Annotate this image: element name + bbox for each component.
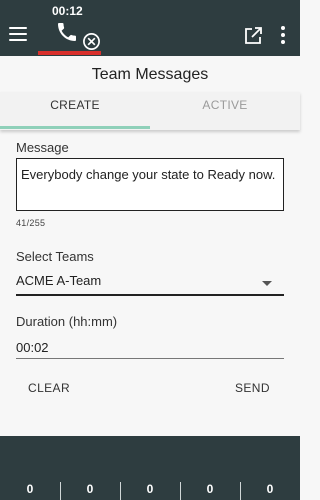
active-call-indicator xyxy=(38,51,101,55)
team-messages-panel: Team Messages CREATE ACTIVE Message Ever… xyxy=(0,56,300,436)
duration-field[interactable] xyxy=(16,336,284,359)
hangup-icon[interactable] xyxy=(82,32,101,51)
top-bar: 00:12 xyxy=(0,0,300,56)
menu-icon[interactable] xyxy=(6,22,30,46)
stat-value: 0 xyxy=(206,482,214,496)
page-title: Team Messages xyxy=(91,66,209,83)
dropdown-caret-icon xyxy=(262,281,272,286)
tab-active[interactable]: ACTIVE xyxy=(150,92,300,130)
char-count: 41/255 xyxy=(16,218,46,228)
popout-icon[interactable] xyxy=(243,26,263,46)
more-vert-icon[interactable] xyxy=(275,24,291,46)
tab-selected-indicator xyxy=(0,126,150,129)
stats-bar: 0 0 0 0 0 xyxy=(0,436,300,500)
clear-button[interactable]: CLEAR xyxy=(28,376,70,400)
tab-create[interactable]: CREATE xyxy=(0,92,150,130)
stat-value: 0 xyxy=(146,482,154,496)
duration-label: Duration (hh:mm) xyxy=(16,314,118,329)
teams-select[interactable]: ACME A-Team xyxy=(16,269,284,296)
phone-icon[interactable] xyxy=(54,20,80,44)
stat-value: 0 xyxy=(86,482,94,496)
teams-select-value: ACME A-Team xyxy=(16,273,102,288)
call-timer: 00:12 xyxy=(52,4,83,18)
stat-value: 0 xyxy=(26,482,34,496)
message-label: Message xyxy=(16,140,69,155)
tab-bar: CREATE ACTIVE xyxy=(0,92,300,130)
send-button[interactable]: SEND xyxy=(235,376,270,400)
message-field[interactable]: Everybody change your state to Ready now… xyxy=(16,158,284,211)
teams-label: Select Teams xyxy=(16,249,94,264)
stat-value: 0 xyxy=(266,482,274,496)
